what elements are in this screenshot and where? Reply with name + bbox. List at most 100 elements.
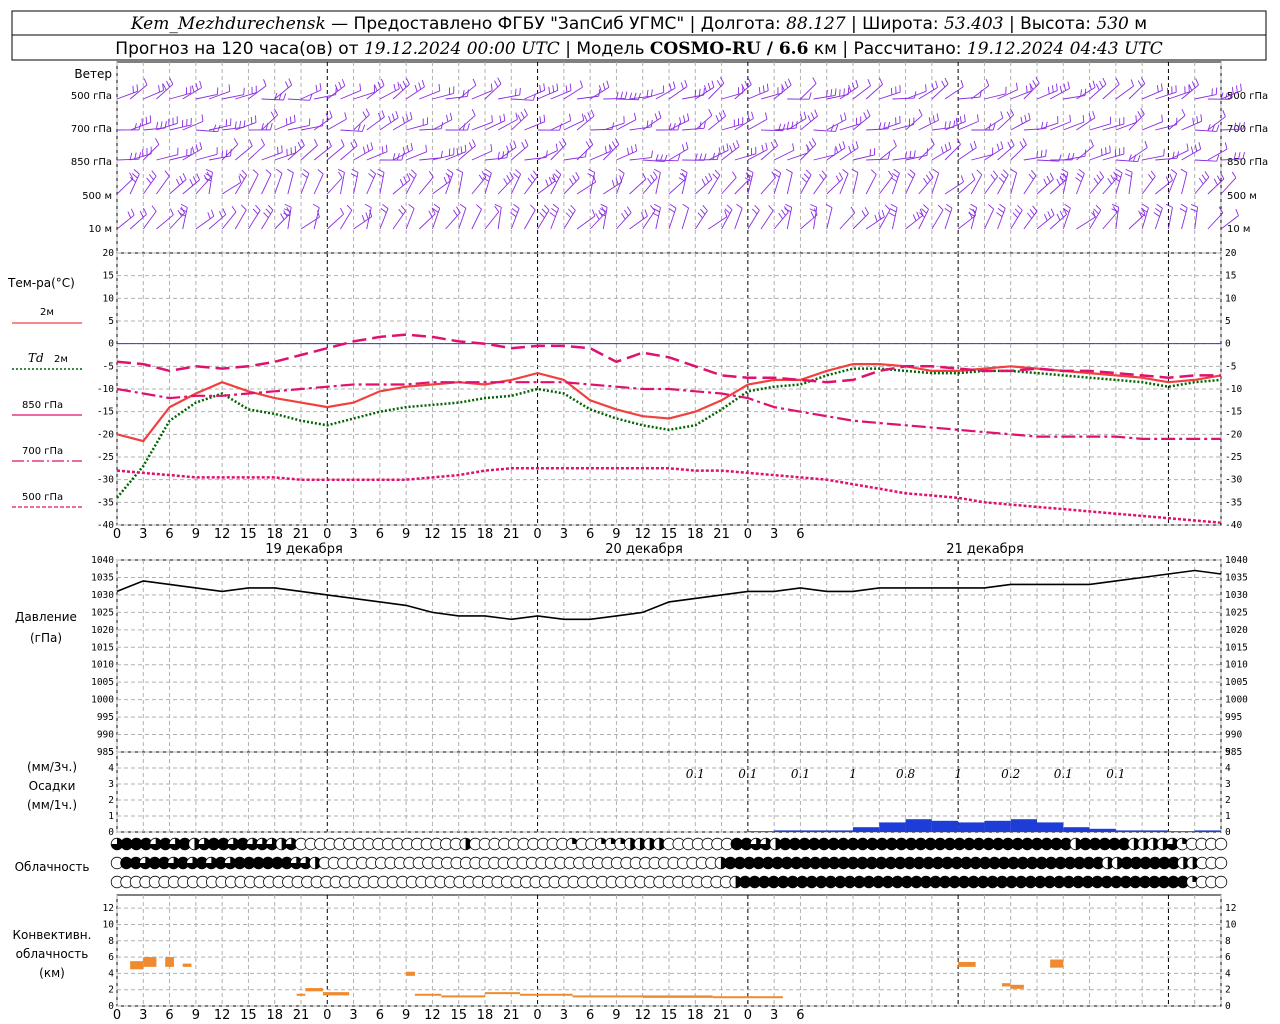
wind-barb-staff bbox=[458, 115, 476, 131]
conv-title-1: Конвективн. bbox=[13, 928, 92, 942]
wind-barb-flag bbox=[506, 150, 509, 158]
x-tick-temp-10: 6 bbox=[376, 527, 384, 542]
wind-barb-flag bbox=[1156, 203, 1163, 209]
wind-barb-flag bbox=[715, 115, 720, 122]
wind-barb-staff bbox=[366, 116, 385, 131]
wind-barb-staff bbox=[221, 181, 242, 195]
wind-barb-staff bbox=[1102, 177, 1118, 195]
wind-barb-flag bbox=[428, 210, 433, 218]
wind-barb-staff bbox=[1155, 179, 1173, 195]
precip-bar bbox=[958, 822, 985, 832]
wind-barb-flag bbox=[1204, 171, 1210, 178]
pres-ytick-left: 1025 bbox=[91, 607, 114, 618]
wind-barb-flag bbox=[130, 208, 135, 216]
wind-level-10m: 10 м bbox=[89, 224, 112, 235]
wind-barb-flag bbox=[143, 207, 147, 215]
wind-barb-staff bbox=[524, 176, 538, 195]
wind-barb-flag bbox=[399, 178, 404, 186]
wind-barb-staff bbox=[1023, 155, 1046, 161]
wind-barb-flag bbox=[604, 146, 607, 154]
wind-panel: Ветер 500 гПа 700 гПа 850 гПа 500 м 10 м… bbox=[71, 61, 1268, 254]
x-tick-temp-6: 18 bbox=[266, 527, 283, 542]
prec-ytick-right: 4 bbox=[1225, 763, 1231, 774]
wind-barb-staff bbox=[629, 178, 647, 195]
wind-barb-flag bbox=[861, 210, 866, 217]
wind-barb-staff bbox=[918, 209, 929, 230]
wind-barb-flag bbox=[329, 110, 333, 118]
wind-barb-staff bbox=[563, 177, 580, 195]
wind-barb-staff bbox=[261, 209, 274, 230]
temp-ytick-left: -5 bbox=[103, 361, 114, 372]
conv-ytick-left: 8 bbox=[108, 936, 114, 947]
wind-barb-flag bbox=[932, 168, 939, 174]
pres-ytick-left: 1035 bbox=[91, 572, 114, 583]
wind-barb-flag bbox=[600, 203, 608, 208]
cloud-circle bbox=[1214, 856, 1228, 870]
wind-barb-flag bbox=[811, 137, 817, 145]
x-tick-temp-7: 21 bbox=[293, 527, 310, 542]
legend-850-label: 850 гПа bbox=[22, 400, 63, 411]
wind-barb-flag bbox=[476, 204, 482, 210]
pressure-grid: 985 985990 990995 9951000 10001005 10051010 10… bbox=[91, 555, 1248, 758]
wind-barb-flag bbox=[990, 174, 996, 181]
wind-barb-flag bbox=[552, 85, 555, 93]
wind-barb-flag bbox=[936, 113, 939, 121]
wind-barb-flag bbox=[1095, 204, 1102, 211]
wind-barb-flag bbox=[751, 111, 754, 119]
wind-barb-flag bbox=[893, 168, 900, 174]
wind-barb-staff bbox=[116, 158, 140, 161]
cloud-circle bbox=[1214, 837, 1228, 851]
convective-bar bbox=[958, 961, 976, 967]
precip-bar bbox=[800, 830, 827, 832]
wind-barb-staff bbox=[1089, 176, 1104, 195]
wind-barb-flag bbox=[595, 213, 600, 220]
wind-level-850hpa-right: 850 гПа bbox=[1227, 157, 1268, 168]
wind-barb-flag bbox=[999, 203, 1006, 209]
temperature-panel: Тем-ра(°C) 2м Td 2м 850 гПа 700 гПа 500 … bbox=[7, 248, 1242, 1023]
wind-barb-staff bbox=[1010, 210, 1023, 230]
wind-barb-flag bbox=[580, 80, 583, 88]
wind-barb-flag bbox=[228, 84, 231, 92]
wind-barb-flag bbox=[353, 139, 358, 146]
pres-ytick-right: 1000 bbox=[1225, 695, 1248, 706]
wind-barb-staff bbox=[222, 94, 244, 100]
wind-barb-flag bbox=[1076, 173, 1084, 178]
wind-barb-staff bbox=[576, 181, 596, 195]
precip-bar bbox=[774, 830, 801, 832]
temp-ytick-left: 5 bbox=[108, 316, 114, 327]
wind-barb-flag bbox=[340, 139, 345, 147]
wind-barb-flag bbox=[565, 212, 572, 219]
pres-ytick-left: 1030 bbox=[91, 590, 114, 601]
wind-barb-flag bbox=[960, 175, 964, 183]
temp-ytick-left: -10 bbox=[97, 384, 114, 395]
wind-barb-flag bbox=[287, 168, 294, 174]
wind-barb-flag bbox=[977, 114, 979, 122]
wind-barb-flag bbox=[881, 209, 885, 217]
wind-barb-flag bbox=[1200, 114, 1203, 122]
wind-barb-flag bbox=[569, 178, 574, 185]
wind-barb-flag bbox=[611, 180, 615, 188]
wind-barb-flag bbox=[1080, 89, 1082, 97]
conv-ytick-right: 12 bbox=[1225, 903, 1236, 914]
wind-barb-flag bbox=[513, 173, 520, 179]
wind-barb-flag bbox=[1109, 145, 1111, 153]
wind-barb-flag bbox=[252, 169, 259, 175]
wind-barb-flag bbox=[1180, 168, 1188, 174]
wind-barb-staff bbox=[576, 144, 594, 161]
legend-2m-label: 2м bbox=[40, 307, 54, 318]
wind-barb-staff bbox=[629, 126, 652, 131]
wind-barb-flag bbox=[774, 139, 778, 146]
wind-barb-flag bbox=[1179, 208, 1187, 213]
wind-barb-flag bbox=[133, 169, 140, 175]
wind-barb-flag bbox=[736, 203, 743, 209]
wind-barb-staff bbox=[169, 212, 185, 230]
wind-barb-flag bbox=[606, 80, 610, 88]
wind-barb-flag bbox=[887, 121, 891, 129]
wind-barb-flag bbox=[530, 204, 536, 211]
wind-barb-flag bbox=[514, 88, 517, 96]
meteogram: Kem_Mezhdurechensk — Предоставлено ФГБУ … bbox=[7, 10, 1268, 1023]
precip-bar bbox=[1037, 822, 1064, 832]
convective-bar bbox=[406, 971, 415, 976]
wind-barb-flag bbox=[189, 178, 194, 186]
wind-barb-flag bbox=[682, 203, 689, 209]
